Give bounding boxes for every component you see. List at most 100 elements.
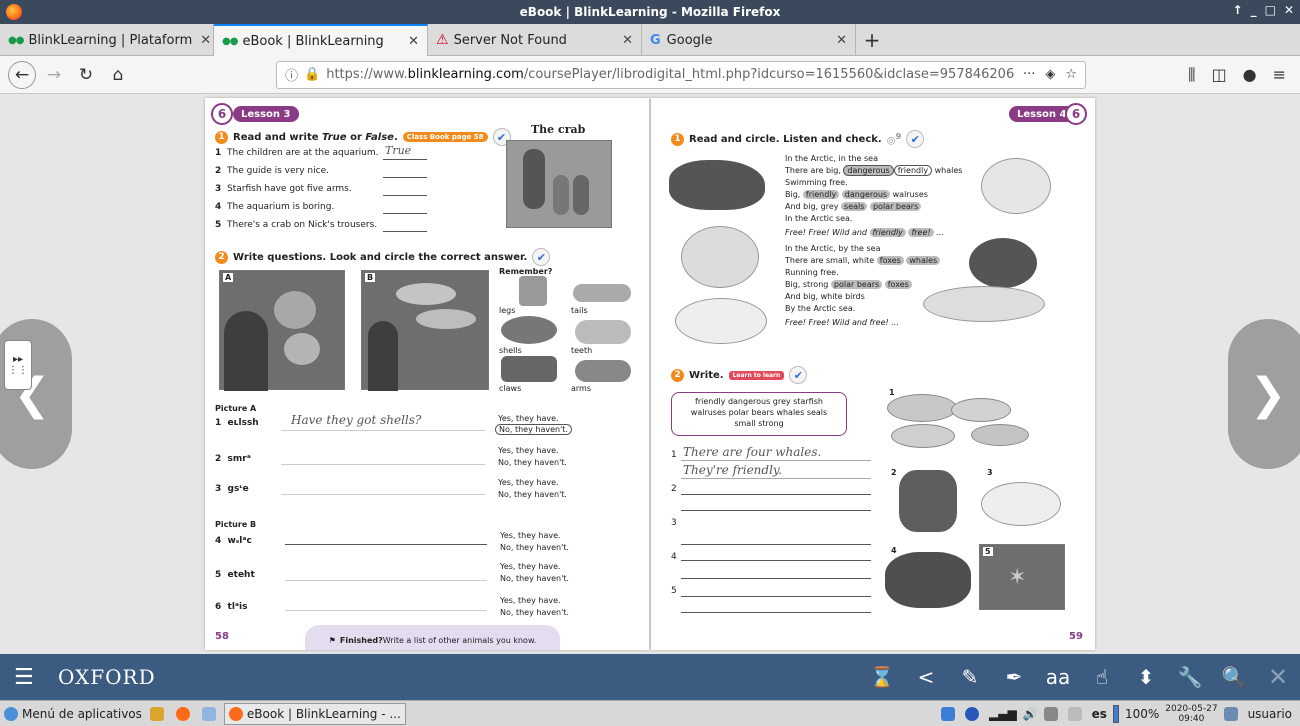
launcher-firefox[interactable] bbox=[172, 703, 198, 725]
ex2-yes-1[interactable]: Yes, they have. bbox=[498, 414, 559, 423]
next-page-button[interactable]: ❯ bbox=[1228, 319, 1300, 469]
tab-ebook-blinklearning[interactable]: ●● eBook | BlinkLearning ✕ bbox=[214, 24, 428, 56]
answer-line[interactable] bbox=[681, 544, 871, 545]
window-close-button[interactable]: ✕ bbox=[1284, 3, 1294, 17]
check-answers-button[interactable]: ✔ bbox=[789, 366, 808, 384]
user-name[interactable]: usuario bbox=[1248, 707, 1292, 721]
tab-close-icon[interactable]: ✕ bbox=[400, 34, 419, 49]
ex2-no-5[interactable]: No, they haven't. bbox=[500, 574, 569, 583]
answer-line[interactable] bbox=[281, 464, 485, 465]
timer-icon[interactable]: ⌛ bbox=[860, 654, 904, 700]
write-answer-1b[interactable]: They're friendly. bbox=[683, 463, 782, 477]
battery-level[interactable]: 100% bbox=[1125, 707, 1159, 721]
pointer-hand-icon[interactable]: ☝ bbox=[1080, 654, 1124, 700]
answer-line[interactable] bbox=[383, 231, 427, 232]
write-answer-1a[interactable]: There are four whales. bbox=[683, 445, 821, 459]
ex2-no-3[interactable]: No, they haven't. bbox=[498, 490, 567, 499]
choice-free[interactable]: free! bbox=[908, 228, 934, 237]
ex2-yes-5[interactable]: Yes, they have. bbox=[500, 562, 561, 571]
sidebar-icon[interactable]: ◫ bbox=[1212, 65, 1227, 85]
answer-line[interactable] bbox=[681, 560, 871, 561]
choice-friendly[interactable]: friendly bbox=[869, 228, 906, 237]
tab-server-not-found[interactable]: ⚠ Server Not Found ✕ bbox=[428, 24, 642, 56]
network-icon[interactable] bbox=[1043, 706, 1058, 721]
ex2-yes-4[interactable]: Yes, they have. bbox=[500, 531, 561, 540]
tab-close-icon[interactable]: ✕ bbox=[614, 33, 633, 48]
tab-google[interactable]: G Google ✕ bbox=[642, 24, 856, 56]
ex2-no-1[interactable]: No, they haven't. bbox=[495, 424, 572, 435]
choice-polar-bears[interactable]: polar bears bbox=[830, 280, 883, 289]
choice-friendly[interactable]: friendly bbox=[802, 190, 840, 199]
close-icon[interactable]: ✕ bbox=[1256, 654, 1300, 700]
tab-close-icon[interactable]: ✕ bbox=[192, 33, 211, 48]
ex2-yes-6[interactable]: Yes, they have. bbox=[500, 596, 561, 605]
audio-icon[interactable]: ◎9 bbox=[887, 131, 902, 146]
reload-button[interactable]: ↻ bbox=[72, 61, 100, 89]
answer-line[interactable] bbox=[383, 177, 427, 178]
library-icon[interactable]: ⫼ bbox=[1188, 65, 1195, 85]
extension-icon[interactable]: ● bbox=[1243, 65, 1257, 85]
info-icon[interactable]: ⓘ bbox=[285, 65, 298, 84]
signal-icon[interactable]: ▂▄▆ bbox=[989, 707, 1017, 721]
text-size-icon[interactable]: aa bbox=[1036, 654, 1080, 700]
pencil-icon[interactable]: ✎ bbox=[948, 654, 992, 700]
ex2-no-4[interactable]: No, they haven't. bbox=[500, 543, 569, 552]
forward-button[interactable]: → bbox=[40, 61, 68, 89]
keyboard-language[interactable]: es bbox=[1092, 707, 1107, 721]
bluetooth-icon[interactable] bbox=[965, 706, 980, 721]
url-bar[interactable]: ⓘ 🔒 https://www. blinklearning.com/course… bbox=[276, 60, 1086, 89]
launcher-desktop[interactable] bbox=[198, 703, 224, 725]
answer-line[interactable] bbox=[681, 612, 871, 613]
answer-line[interactable] bbox=[383, 195, 427, 196]
ex2-no-2[interactable]: No, they haven't. bbox=[498, 458, 567, 467]
answer-line[interactable] bbox=[681, 596, 871, 597]
bookmark-star-icon[interactable]: ☆ bbox=[1065, 67, 1077, 82]
ex2-yes-3[interactable]: Yes, they have. bbox=[498, 478, 559, 487]
pocket-icon[interactable]: ◈ bbox=[1045, 67, 1055, 82]
ex2-no-6[interactable]: No, they haven't. bbox=[500, 608, 569, 617]
choice-dangerous[interactable]: dangerous bbox=[843, 165, 894, 176]
choice-foxes[interactable]: foxes bbox=[884, 280, 912, 289]
answer-line[interactable] bbox=[681, 510, 871, 511]
ex2-answer-1[interactable]: Have they got shells? bbox=[291, 413, 421, 427]
choice-friendly[interactable]: friendly bbox=[893, 165, 933, 176]
answer-line[interactable] bbox=[285, 580, 487, 581]
answer-line[interactable] bbox=[281, 494, 485, 495]
marker-icon[interactable]: ✒ bbox=[992, 654, 1036, 700]
home-button[interactable]: ⌂ bbox=[104, 61, 132, 89]
choice-seals[interactable]: seals bbox=[841, 202, 868, 211]
updates-icon[interactable] bbox=[941, 706, 956, 721]
clock[interactable]: 2020-05-27 09:40 bbox=[1165, 704, 1217, 724]
share-icon[interactable]: < bbox=[904, 654, 948, 700]
volume-icon[interactable]: 🔊 bbox=[1023, 707, 1038, 721]
choice-whales[interactable]: whales bbox=[906, 256, 941, 265]
tab-close-icon[interactable]: ✕ bbox=[828, 33, 847, 48]
menu-hamburger-icon[interactable]: ≡ bbox=[1273, 65, 1286, 85]
tab-blinklearning-platform[interactable]: ●● BlinkLearning | Plataform ✕ bbox=[0, 24, 214, 56]
back-button[interactable]: ← bbox=[8, 60, 36, 89]
ex2-yes-2[interactable]: Yes, they have. bbox=[498, 446, 559, 455]
launcher-files[interactable] bbox=[146, 703, 172, 725]
side-panel-handle[interactable]: ▸▸ ⋮⋮ bbox=[4, 340, 32, 390]
check-answers-button[interactable]: ✔ bbox=[532, 248, 551, 266]
answer-line[interactable] bbox=[285, 610, 487, 611]
page-fit-icon[interactable]: ⬍ bbox=[1124, 654, 1168, 700]
choice-dangerous[interactable]: dangerous bbox=[841, 190, 891, 199]
window-maximize-button[interactable]: □ bbox=[1265, 3, 1276, 17]
screen-icon[interactable] bbox=[1067, 706, 1082, 721]
page-actions-button[interactable]: ··· bbox=[1023, 67, 1035, 82]
taskbar-window-ebook[interactable]: eBook | BlinkLearning - ... bbox=[223, 702, 406, 725]
window-minimize-button[interactable]: _ bbox=[1251, 3, 1257, 17]
answer-line[interactable] bbox=[285, 544, 487, 545]
search-icon[interactable]: 🔍 bbox=[1212, 654, 1256, 700]
window-raise-button[interactable]: ↑ bbox=[1233, 3, 1243, 17]
ex1-answer-1[interactable]: True bbox=[385, 144, 411, 157]
answer-line[interactable] bbox=[681, 494, 871, 495]
choice-polar-bears[interactable]: polar bears bbox=[869, 202, 922, 211]
answer-line[interactable] bbox=[383, 213, 427, 214]
new-tab-button[interactable]: + bbox=[856, 24, 888, 55]
check-answers-button[interactable]: ✔ bbox=[906, 130, 925, 148]
wrench-icon[interactable]: 🔧 bbox=[1168, 654, 1212, 700]
menu-icon[interactable]: ☰ bbox=[14, 665, 40, 690]
answer-line[interactable] bbox=[681, 578, 871, 579]
